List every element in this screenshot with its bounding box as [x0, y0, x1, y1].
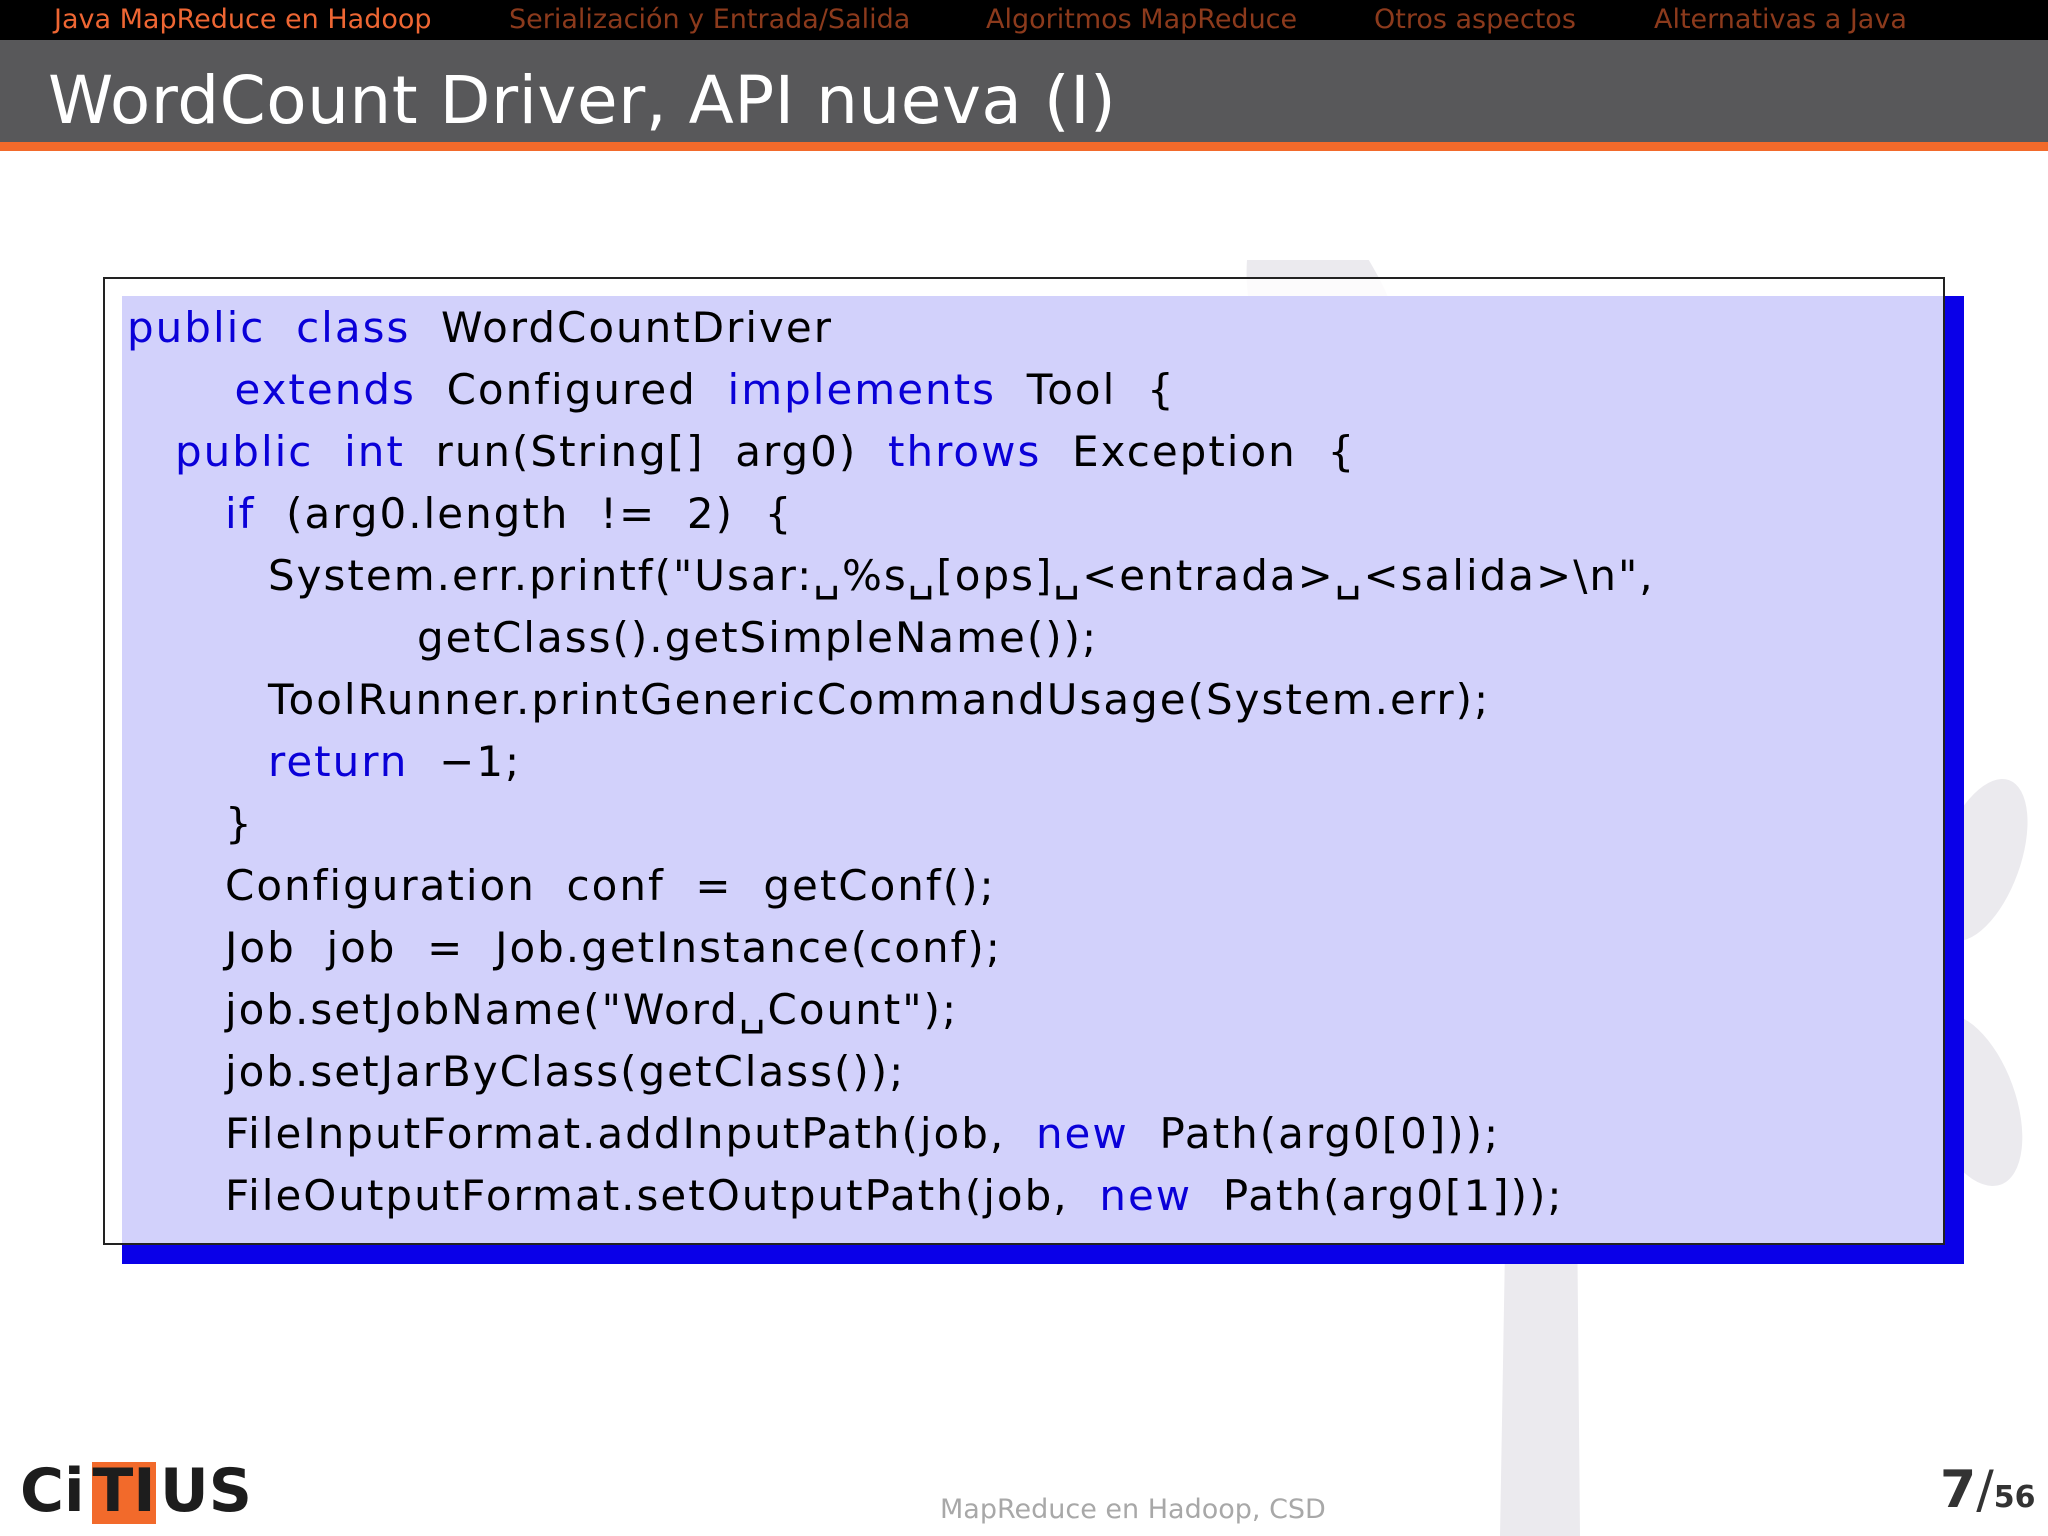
code-line: } — [225, 799, 254, 848]
code-block: public class WordCountDriver extends Con… — [103, 277, 1945, 1245]
title-bar: WordCount Driver, API nueva (I) — [0, 40, 2048, 142]
page-current: 7 — [1940, 1460, 1977, 1520]
code-text: getClass().getSimpleName()); — [417, 613, 1099, 662]
code-keyword: int — [344, 427, 405, 476]
code-text: Configured — [415, 365, 728, 414]
nav-item-otros-aspectos[interactable]: Otros aspectos — [1374, 4, 1576, 35]
code-keyword: new — [1035, 1109, 1129, 1158]
code-line: System.err.printf("Usar:␣%s␣[ops]␣<entra… — [268, 551, 1655, 600]
code-text: job.setJarByClass(getClass()); — [225, 1047, 906, 1096]
nav-item-java-mapreduce[interactable]: Java MapReduce en Hadoop — [54, 4, 432, 35]
code-text: } — [225, 799, 254, 848]
code-text: Exception { — [1041, 427, 1357, 476]
code-keyword: new — [1099, 1171, 1193, 1220]
nav-item-algoritmos[interactable]: Algoritmos MapReduce — [986, 4, 1297, 35]
code-text: WordCountDriver — [410, 303, 833, 352]
code-line: FileOutputFormat.setOutputPath(job, new … — [225, 1171, 1564, 1220]
code-text: System.err.printf("Usar:␣%s␣[ops]␣<entra… — [268, 551, 1655, 600]
code-text: Path(arg0[0])); — [1128, 1109, 1501, 1158]
slide-title: WordCount Driver, API nueva (I) — [48, 62, 1117, 139]
code-text: (arg0.length != 2) { — [255, 489, 794, 538]
code-keyword: if — [225, 489, 256, 538]
code-text: Configuration conf = getConf(); — [225, 861, 996, 910]
page-total: 56 — [1993, 1480, 2036, 1515]
code-line: public int run(String[] arg0) throws Exc… — [175, 427, 1356, 476]
nav-item-serializacion[interactable]: Serialización y Entrada/Salida — [509, 4, 910, 35]
code-text: FileInputFormat.addInputPath(job, — [225, 1109, 1036, 1158]
code-keyword: return — [268, 737, 409, 786]
code-line: job.setJobName("Word␣Count"); — [225, 985, 958, 1034]
section-nav-bar: Java MapReduce en Hadoop Serialización y… — [0, 0, 2048, 40]
code-line: job.setJarByClass(getClass()); — [225, 1047, 905, 1096]
code-keyword: public — [127, 303, 266, 352]
code-text: Tool { — [996, 365, 1176, 414]
citius-logo: Ci TI US — [20, 1456, 252, 1526]
code-keyword: implements — [727, 365, 997, 414]
code-keyword: throws — [888, 427, 1042, 476]
code-text: ToolRunner.printGenericCommandUsage(Syst… — [268, 675, 1491, 724]
nav-item-alternativas[interactable]: Alternativas a Java — [1654, 4, 1907, 35]
code-keyword: class — [296, 303, 411, 352]
code-text: Job job = Job.getInstance(conf); — [225, 923, 1002, 972]
code-line: Configuration conf = getConf(); — [225, 861, 996, 910]
code-keyword: public — [175, 427, 314, 476]
code-text: Path(arg0[1])); — [1192, 1171, 1564, 1220]
code-line: FileInputFormat.addInputPath(job, new Pa… — [225, 1109, 1500, 1158]
title-divider — [0, 142, 2048, 151]
code-text: run(String[] arg0) — [404, 427, 888, 476]
code-line: return −1; — [268, 737, 521, 786]
code-text: FileOutputFormat.setOutputPath(job, — [225, 1171, 1100, 1220]
code-line: extends Configured implements Tool { — [127, 365, 1176, 414]
code-line: public class WordCountDriver — [127, 303, 833, 352]
code-line: Job job = Job.getInstance(conf); — [225, 923, 1002, 972]
code-text: −1; — [408, 737, 522, 786]
code-line: ToolRunner.printGenericCommandUsage(Syst… — [268, 675, 1490, 724]
code-line: getClass().getSimpleName()); — [417, 613, 1098, 662]
code-line: if (arg0.length != 2) { — [225, 489, 793, 538]
code-keyword: extends — [234, 365, 416, 414]
page-number: 7/56 — [1940, 1460, 2035, 1520]
footer-presentation-title: MapReduce en Hadoop, CSD — [940, 1494, 1326, 1525]
page-separator: / — [1976, 1460, 1994, 1520]
code-text: job.setJobName("Word␣Count"); — [225, 985, 959, 1034]
